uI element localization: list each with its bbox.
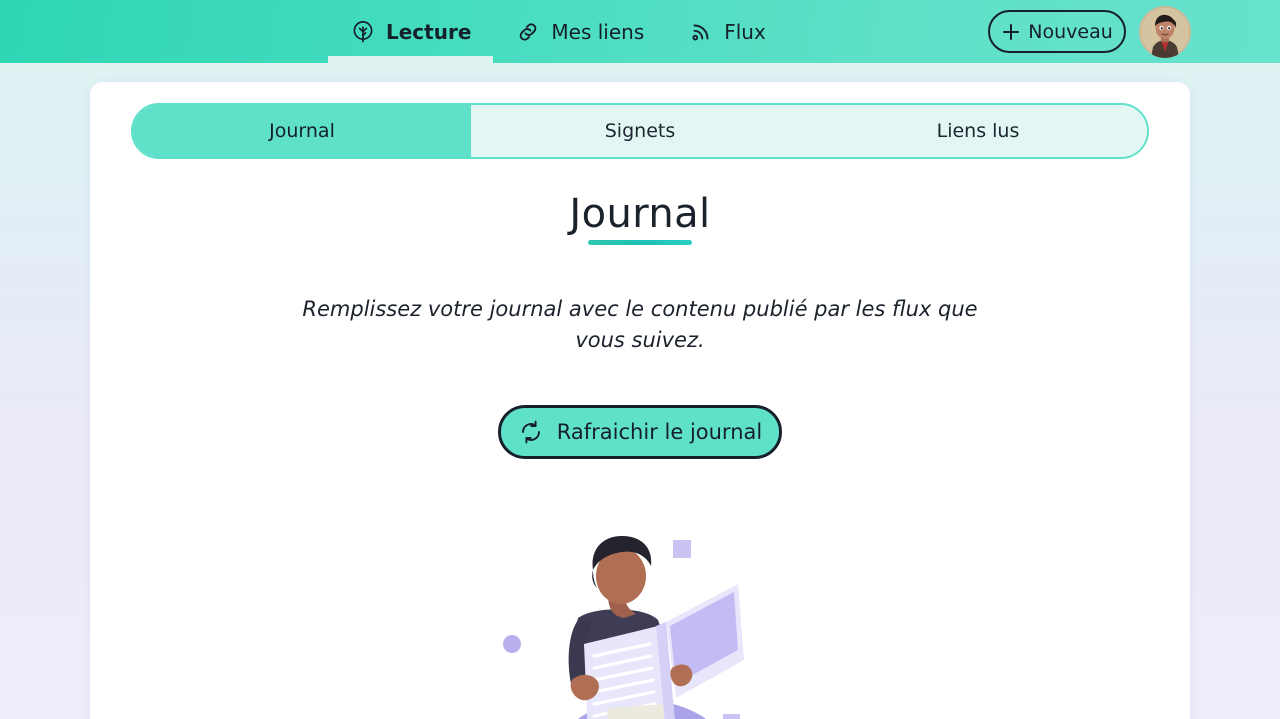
plus-icon (1001, 22, 1021, 42)
content-card: Journal Signets Liens lus Journal Rempli… (90, 82, 1190, 719)
link-icon (515, 19, 541, 45)
new-button-label: Nouveau (1028, 20, 1113, 43)
empty-state-subtitle: Remplissez votre journal avec le contenu… (302, 297, 978, 352)
tab-label: Liens lus (936, 120, 1020, 142)
nav-item-label: Mes liens (551, 19, 645, 44)
nav-item-lecture[interactable]: Lecture (328, 0, 494, 63)
refresh-journal-label: Rafraichir le journal (556, 420, 763, 444)
tab-group: Journal Signets Liens lus (131, 103, 1149, 159)
user-avatar[interactable] (1139, 6, 1191, 58)
new-button[interactable]: Nouveau (988, 10, 1126, 53)
nav-item-label: Flux (724, 19, 766, 44)
app-header: Lecture Mes liens Flux Nouveau (0, 0, 1280, 63)
tab-label: Journal (269, 120, 335, 142)
tab-liens-lus[interactable]: Liens lus (809, 105, 1147, 157)
nav-item-flux[interactable]: Flux (666, 0, 788, 63)
person-reading-newspaper-illustration (490, 522, 790, 719)
tab-signets[interactable]: Signets (471, 105, 809, 157)
tree-icon (350, 19, 376, 45)
nav-item-label: Lecture (386, 19, 472, 44)
nav-item-mes-liens[interactable]: Mes liens (493, 0, 666, 63)
tab-journal[interactable]: Journal (133, 105, 471, 157)
refresh-icon (518, 419, 544, 445)
tab-label: Signets (604, 120, 676, 142)
page-title: Journal (569, 191, 711, 237)
refresh-journal-button[interactable]: Rafraichir le journal (498, 405, 782, 459)
rss-icon (688, 19, 714, 45)
main-navigation: Lecture Mes liens Flux (328, 0, 788, 63)
title-underline (588, 240, 692, 245)
